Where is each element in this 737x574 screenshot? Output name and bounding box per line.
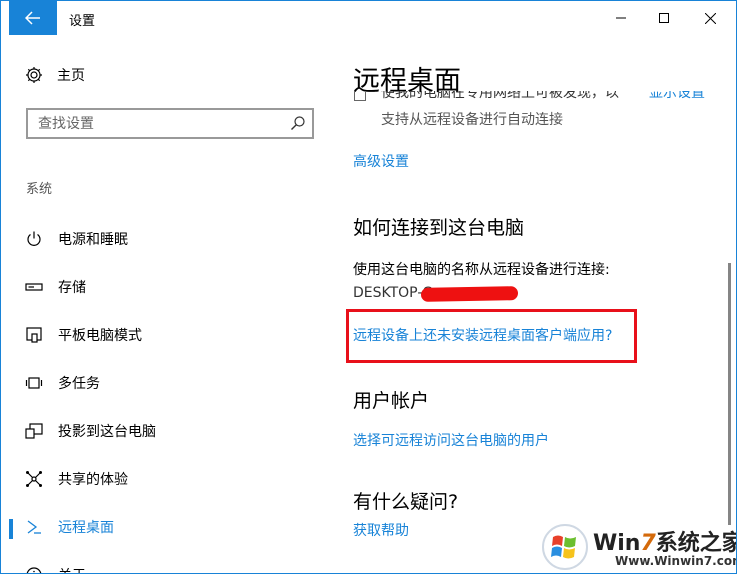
- maximize-icon: [659, 13, 669, 23]
- watermark-digit: 7: [640, 531, 656, 556]
- how-to-connect-heading: 如何连接到这台电脑: [353, 217, 525, 239]
- sidebar-item-label: 平板电脑模式: [58, 328, 142, 344]
- sidebar-item-label: 电源和睡眠: [58, 232, 128, 248]
- sidebar-item-label: 投影到这台电脑: [58, 424, 156, 440]
- back-button[interactable]: [9, 1, 57, 35]
- settings-window: 设置 主页 系统: [0, 0, 737, 574]
- sidebar-item-multitasking[interactable]: 多任务: [1, 363, 331, 403]
- search-box[interactable]: [26, 108, 314, 139]
- discoverable-text: 使我的电脑在专用网络上可被发现，以: [381, 91, 619, 101]
- windows-logo-icon: [542, 524, 588, 570]
- user-accounts-heading: 用户帐户: [353, 390, 430, 412]
- get-help-link[interactable]: 获取帮助: [353, 520, 409, 540]
- window-title: 设置: [69, 14, 96, 29]
- close-button[interactable]: [687, 1, 733, 35]
- redaction-mark: [420, 286, 519, 302]
- active-indicator: [9, 519, 13, 539]
- discoverable-row: 使我的电脑在专用网络上可被发现，以 显示设置: [353, 91, 721, 107]
- remote-desktop-icon: [25, 518, 43, 536]
- advanced-settings-link[interactable]: 高级设置: [353, 151, 409, 171]
- watermark-suffix: 系统之家: [655, 531, 737, 556]
- scroll-thumb[interactable]: [728, 263, 731, 525]
- search-input[interactable]: [28, 110, 278, 137]
- sidebar-item-label: 共享的体验: [58, 472, 128, 488]
- maximize-button[interactable]: [641, 1, 687, 35]
- tablet-mode-icon: [25, 326, 43, 344]
- client-app-link[interactable]: 远程设备上还未安装远程桌面客户端应用?: [353, 325, 612, 345]
- sidebar-item-shared-experiences[interactable]: 共享的体验: [1, 459, 331, 499]
- watermark-prefix: Win: [593, 531, 641, 556]
- sidebar-item-label: 远程桌面: [58, 520, 114, 536]
- auto-connect-text: 支持从远程设备进行自动连接: [381, 112, 563, 128]
- sidebar-item-tablet-mode[interactable]: 平板电脑模式: [1, 315, 331, 355]
- power-icon: [25, 230, 43, 248]
- storage-icon: [25, 278, 43, 296]
- sidebar-item-about[interactable]: 关于: [1, 555, 331, 573]
- sidebar-item-storage[interactable]: 存储: [1, 267, 331, 307]
- watermark-url: Www.Winwin7.com: [615, 554, 737, 568]
- shared-experiences-icon: [25, 470, 43, 488]
- multitasking-icon: [25, 374, 43, 392]
- sidebar-item-project-to-pc[interactable]: 投影到这台电脑: [1, 411, 331, 451]
- back-arrow-icon: [25, 11, 40, 25]
- search-icon[interactable]: [290, 115, 306, 131]
- sidebar-item-power-sleep[interactable]: 电源和睡眠: [1, 219, 331, 259]
- about-icon: [25, 566, 43, 573]
- questions-heading: 有什么疑问?: [353, 491, 459, 513]
- home-label: 主页: [57, 68, 85, 84]
- sidebar-item-label: 多任务: [58, 376, 100, 392]
- close-icon: [704, 12, 716, 24]
- discoverable-checkbox[interactable]: [354, 91, 366, 101]
- connect-description: 使用这台电脑的名称从远程设备进行连接:: [353, 262, 610, 278]
- minimize-button[interactable]: [598, 1, 644, 35]
- title-bar: 设置: [1, 1, 736, 35]
- project-icon: [25, 422, 43, 440]
- sidebar: 主页 系统 电源和睡眠 存储 平板电脑模式: [1, 35, 331, 573]
- watermark: Win7系统之家 Www.Winwin7.com: [537, 520, 737, 573]
- sidebar-item-label: 关于: [58, 565, 86, 573]
- select-users-link[interactable]: 选择可远程访问这台电脑的用户: [353, 430, 549, 450]
- show-settings-link[interactable]: 显示设置: [649, 91, 705, 102]
- gear-icon: [26, 67, 42, 83]
- sidebar-item-label: 存储: [58, 280, 86, 296]
- watermark-title: Win7系统之家: [593, 525, 737, 557]
- minimize-icon: [616, 17, 626, 19]
- scrollbar[interactable]: [722, 35, 736, 573]
- main-content: 远程桌面 使我的电脑在专用网络上可被发现，以 显示设置 支持从远程设备进行自动连…: [331, 35, 721, 573]
- home-link[interactable]: 主页: [25, 65, 85, 85]
- sidebar-item-remote-desktop[interactable]: 远程桌面: [1, 507, 331, 547]
- section-label-system: 系统: [26, 182, 53, 197]
